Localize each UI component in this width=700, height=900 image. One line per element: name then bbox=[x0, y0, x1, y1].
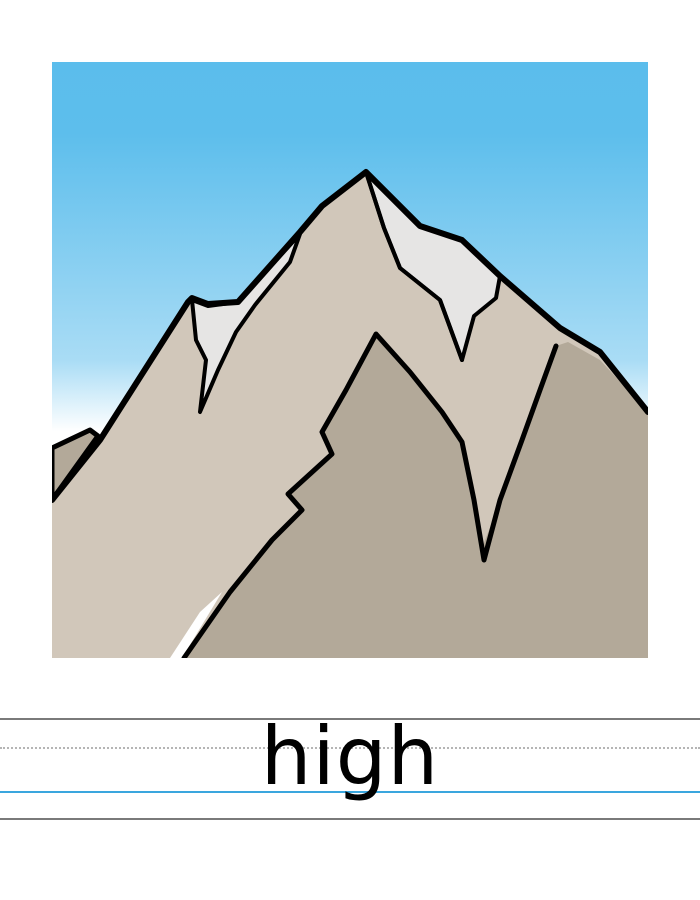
card-word: high bbox=[260, 710, 440, 803]
bottom-guide-line bbox=[0, 818, 700, 820]
mountain-picture bbox=[52, 62, 648, 658]
mountain-icon bbox=[52, 62, 648, 658]
